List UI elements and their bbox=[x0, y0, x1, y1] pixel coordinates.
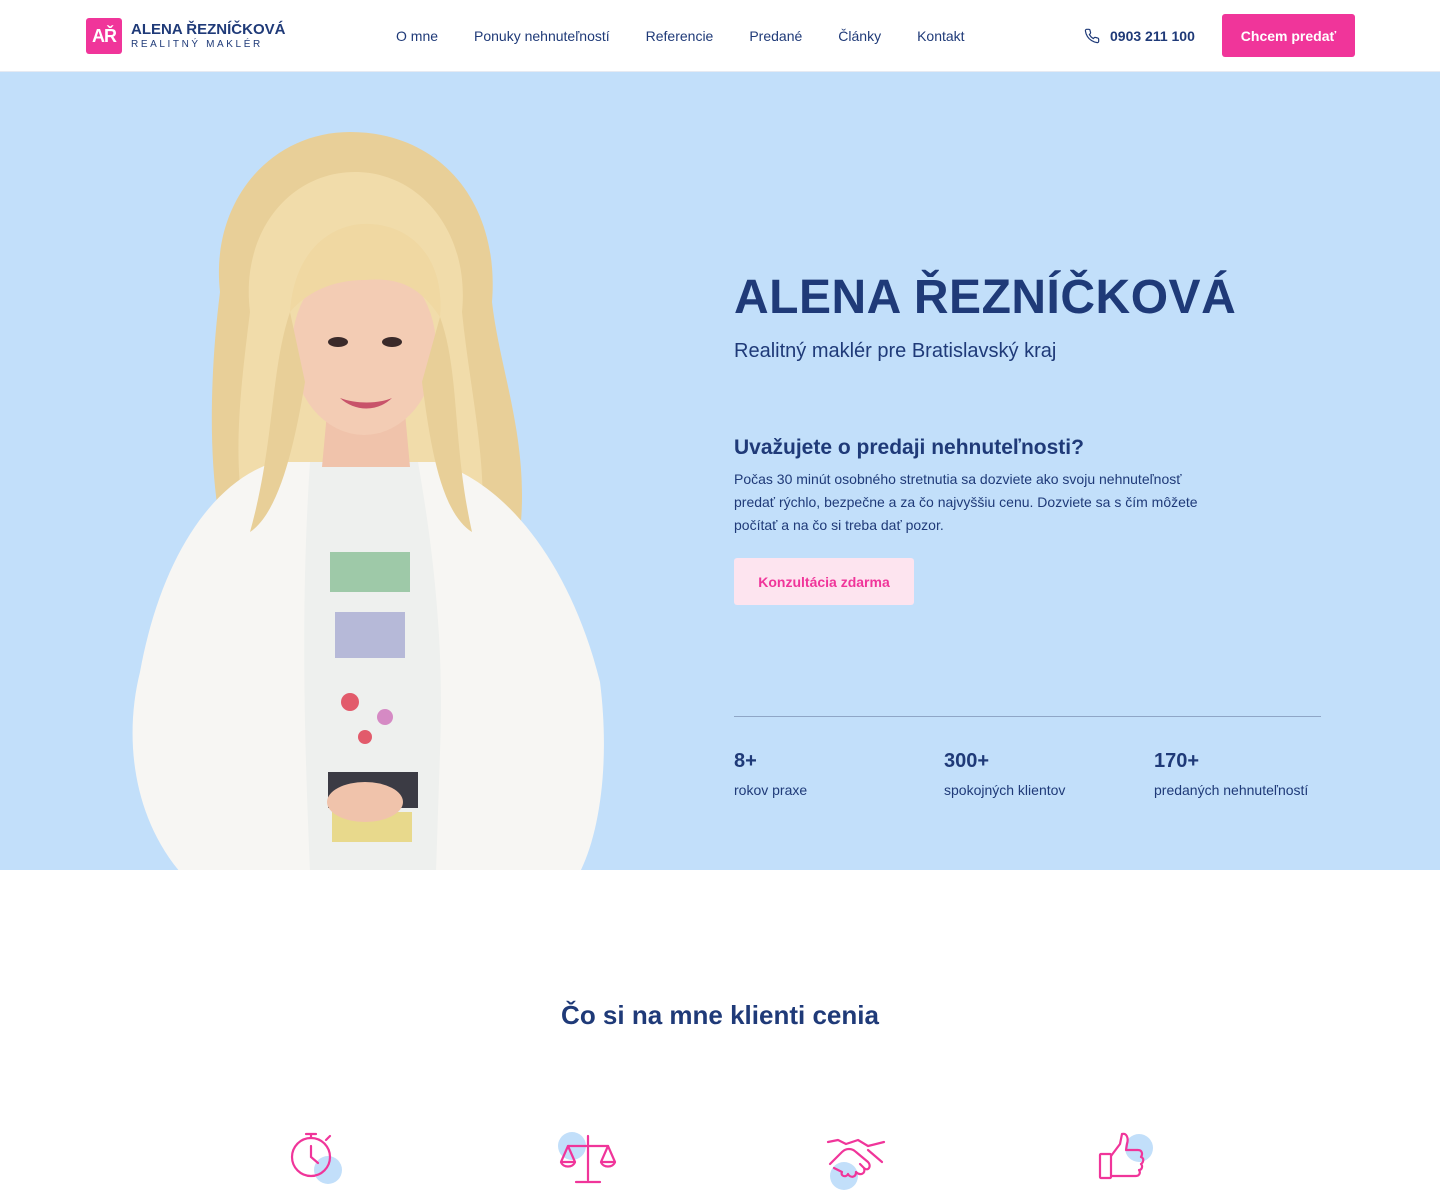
logo-subtitle: REALITNÝ MAKLÉR bbox=[131, 38, 263, 50]
handshake-icon bbox=[826, 1138, 886, 1190]
agent-portrait bbox=[132, 132, 604, 870]
hero-section: ALENA ŘEZNÍČKOVÁ Realitný maklér pre Bra… bbox=[0, 72, 1440, 870]
phone-number: 0903 211 100 bbox=[1110, 28, 1195, 44]
nav-referencie[interactable]: Referencie bbox=[646, 27, 714, 45]
stat-label: predaných nehnuteľností bbox=[1154, 782, 1309, 798]
hero-question: Uvažujete o predaji nehnuteľnosti? bbox=[734, 436, 1084, 459]
site-header: AŘ ALENA ŘEZNÍČKOVÁ REALITNÝ MAKLÉR O mn… bbox=[0, 0, 1440, 72]
stat-clients: 300+ spokojných klientov bbox=[944, 748, 1065, 799]
stat-label: spokojných klientov bbox=[944, 782, 1066, 798]
stat-experience: 8+ rokov praxe bbox=[734, 748, 807, 799]
phone-icon bbox=[1084, 28, 1100, 44]
stat-number: 170+ bbox=[1154, 750, 1200, 772]
consultation-button[interactable]: Konzultácia zdarma bbox=[734, 558, 914, 605]
stat-number: 8+ bbox=[734, 750, 757, 772]
phone-link[interactable]: 0903 211 100 bbox=[1084, 27, 1195, 45]
hero-divider bbox=[734, 716, 1321, 717]
hero-subtitle: Realitný maklér pre Bratislavský kraj bbox=[734, 340, 1057, 362]
main-nav: O mne Ponuky nehnuteľností Referencie Pr… bbox=[396, 27, 965, 45]
nav-predane[interactable]: Predané bbox=[749, 27, 802, 45]
logo-link[interactable]: AŘ ALENA ŘEZNÍČKOVÁ REALITNÝ MAKLÉR bbox=[86, 18, 285, 54]
stat-label: rokov praxe bbox=[734, 782, 808, 798]
nav-clanky[interactable]: Články bbox=[838, 27, 881, 45]
values-title: Čo si na mne klienti cenia bbox=[561, 1000, 879, 1030]
logo-text: ALENA ŘEZNÍČKOVÁ REALITNÝ MAKLÉR bbox=[131, 21, 285, 52]
nav-kontakt[interactable]: Kontakt bbox=[917, 27, 964, 45]
hero-title: ALENA ŘEZNÍČKOVÁ bbox=[734, 271, 1237, 324]
scales-icon bbox=[558, 1132, 617, 1184]
stopwatch-icon bbox=[290, 1132, 342, 1184]
nav-ponuky[interactable]: Ponuky nehnuteľností bbox=[474, 27, 610, 45]
stat-sold: 170+ predaných nehnuteľností bbox=[1154, 748, 1308, 799]
stat-number: 300+ bbox=[944, 750, 990, 772]
sell-button[interactable]: Chcem predať bbox=[1222, 14, 1355, 57]
nav-o-mne[interactable]: O mne bbox=[396, 27, 438, 45]
logo-name: ALENA ŘEZNÍČKOVÁ bbox=[131, 20, 286, 38]
logo-mark: AŘ bbox=[86, 18, 122, 54]
thumbs-up-icon bbox=[1098, 1132, 1153, 1180]
hero-paragraph: Počas 30 minút osobného stretnutia sa do… bbox=[734, 471, 1198, 533]
